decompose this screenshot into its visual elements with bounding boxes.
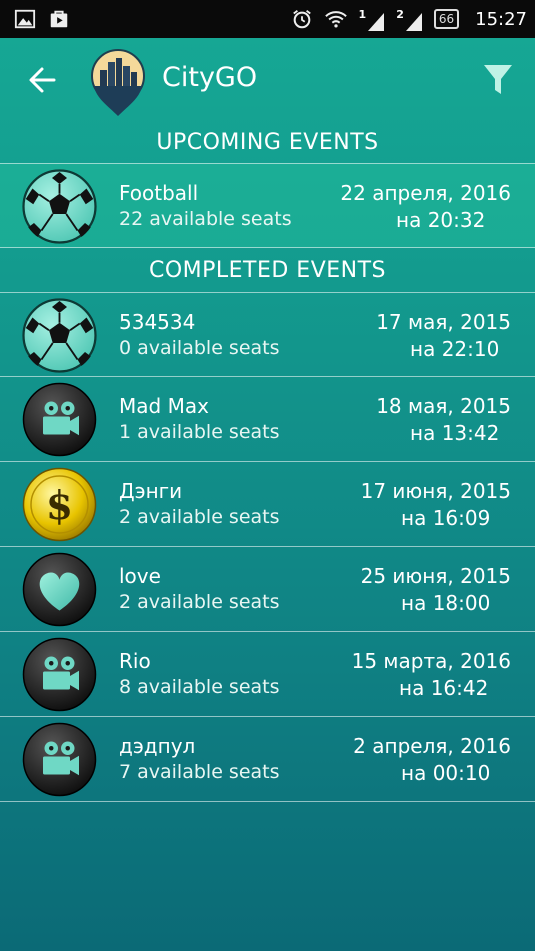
event-name: Mad Max bbox=[119, 394, 209, 418]
event-time: на 16:09 bbox=[401, 506, 491, 530]
completed-event-row[interactable]: Дэнги 2 available seats 17 июня, 2015 на… bbox=[0, 462, 535, 547]
event-name: Дэнги bbox=[119, 479, 183, 503]
signal-icon: 1 bbox=[359, 8, 385, 31]
status-bar: 1 2 66 15:27 bbox=[0, 0, 535, 38]
wifi-icon bbox=[324, 11, 347, 28]
event-date: 15 марта, 2016 bbox=[351, 649, 511, 673]
image-icon bbox=[14, 9, 36, 29]
movie-camera-icon bbox=[22, 637, 97, 712]
completed-event-row[interactable]: Rio 8 available seats 15 марта, 2016 на … bbox=[0, 632, 535, 717]
event-date: 22 апреля, 2016 bbox=[340, 181, 511, 205]
upcoming-event-row[interactable]: Football 22 available seats 22 апреля, 2… bbox=[0, 163, 535, 248]
completed-event-row[interactable]: Mad Max 1 available seats 18 мая, 2015 н… bbox=[0, 377, 535, 462]
event-name: love bbox=[119, 564, 161, 588]
event-name: Football bbox=[119, 181, 199, 205]
movie-camera-icon bbox=[22, 382, 97, 457]
event-seats: 1 available seats bbox=[119, 421, 280, 443]
sim1-label: 1 bbox=[358, 7, 367, 21]
filter-icon[interactable] bbox=[481, 62, 515, 98]
app-bar: CityGO bbox=[0, 38, 535, 122]
signal-icon-2: 2 bbox=[396, 8, 422, 31]
sim2-label: 2 bbox=[396, 7, 404, 21]
event-date: 17 мая, 2015 bbox=[376, 310, 511, 334]
battery-icon: 66 bbox=[433, 9, 460, 29]
dollar-coin-icon bbox=[22, 467, 97, 542]
event-time: на 20:32 bbox=[396, 208, 486, 232]
event-time: на 00:10 bbox=[401, 761, 491, 785]
upcoming-events-header: UPCOMING EVENTS bbox=[156, 130, 379, 155]
heart-icon bbox=[22, 552, 97, 627]
event-name: Rio bbox=[119, 649, 151, 673]
event-seats: 2 available seats bbox=[119, 591, 280, 613]
completed-event-row[interactable]: дэдпул 7 available seats 2 апреля, 2016 … bbox=[0, 717, 535, 802]
event-name: 534534 bbox=[119, 310, 196, 334]
event-seats: 2 available seats bbox=[119, 506, 280, 528]
event-time: на 18:00 bbox=[401, 591, 491, 615]
status-time: 15:27 bbox=[475, 8, 527, 30]
event-seats: 0 available seats bbox=[119, 337, 280, 359]
app-title: CityGO bbox=[162, 62, 258, 93]
back-button[interactable] bbox=[24, 62, 60, 98]
event-date: 17 июня, 2015 bbox=[360, 479, 511, 503]
event-seats: 8 available seats bbox=[119, 676, 280, 698]
event-time: на 22:10 bbox=[410, 337, 500, 361]
back-arrow-icon bbox=[29, 67, 56, 93]
event-date: 25 июня, 2015 bbox=[360, 564, 511, 588]
app-logo-icon bbox=[91, 49, 145, 116]
event-seats: 22 available seats bbox=[119, 208, 292, 230]
event-name: дэдпул bbox=[119, 734, 196, 758]
alarm-icon bbox=[292, 10, 311, 29]
event-time: на 16:42 bbox=[399, 676, 489, 700]
status-bar-left bbox=[14, 8, 70, 30]
event-time: на 13:42 bbox=[410, 421, 500, 445]
completed-event-row[interactable]: 534534 0 available seats 17 мая, 2015 на… bbox=[0, 292, 535, 377]
completed-events-header: COMPLETED EVENTS bbox=[148, 258, 387, 283]
event-seats: 7 available seats bbox=[119, 761, 280, 783]
event-date: 18 мая, 2015 bbox=[376, 394, 511, 418]
soccer-ball-icon bbox=[22, 169, 97, 244]
event-date: 2 апреля, 2016 bbox=[353, 734, 511, 758]
movie-camera-icon bbox=[22, 722, 97, 797]
completed-event-row[interactable]: love 2 available seats 25 июня, 2015 на … bbox=[0, 547, 535, 632]
soccer-ball-icon bbox=[22, 298, 97, 373]
status-bar-right: 1 2 66 15:27 bbox=[291, 8, 527, 31]
play-store-icon bbox=[50, 10, 68, 28]
